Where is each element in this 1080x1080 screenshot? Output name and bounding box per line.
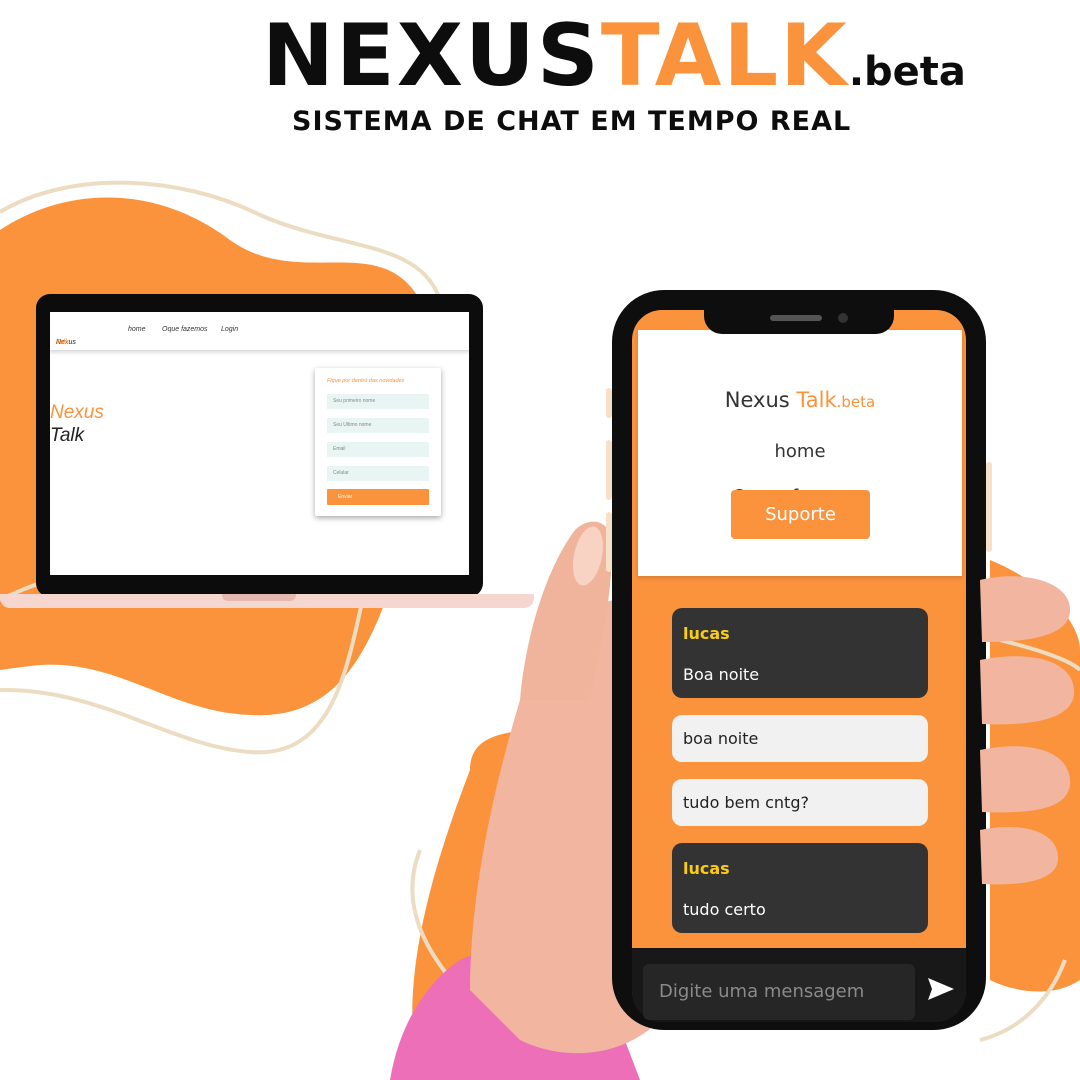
menu-home[interactable]: home bbox=[638, 441, 962, 462]
chat-message-received: lucas tudo certo bbox=[672, 843, 928, 933]
phone-logo-main: Nexus bbox=[724, 388, 790, 412]
phone-power-button bbox=[986, 462, 992, 552]
message-username: lucas bbox=[683, 624, 730, 643]
send-button[interactable] bbox=[926, 976, 960, 1006]
chat-message-sent: boa noite bbox=[672, 715, 928, 762]
phone-camera bbox=[838, 313, 848, 323]
message-input[interactable]: Digite uma mensagem bbox=[643, 964, 915, 1020]
fingers-illustration bbox=[980, 576, 1075, 885]
support-button[interactable]: Suporte bbox=[731, 490, 870, 539]
message-text: tudo certo bbox=[683, 900, 766, 919]
message-username: lucas bbox=[683, 859, 730, 878]
phone-logo-accent: Talk bbox=[796, 388, 837, 412]
chat-message-sent: tudo bem cntg? bbox=[672, 779, 928, 826]
message-text: Boa noite bbox=[683, 665, 760, 684]
phone-header: Nexus Talk.beta home O que fazemos Supor… bbox=[638, 330, 962, 576]
phone-side-button bbox=[606, 388, 612, 418]
message-text: boa noite bbox=[683, 729, 759, 748]
phone-side-button bbox=[606, 512, 612, 572]
message-text: tudo bem cntg? bbox=[683, 793, 809, 812]
send-icon bbox=[928, 978, 954, 1000]
phone-logo[interactable]: Nexus Talk.beta bbox=[638, 388, 962, 412]
phone-logo-suffix: .beta bbox=[836, 393, 876, 411]
phone-side-button bbox=[606, 440, 612, 500]
phone-speaker bbox=[770, 315, 822, 321]
chat-message-received: lucas Boa noite bbox=[672, 608, 928, 698]
